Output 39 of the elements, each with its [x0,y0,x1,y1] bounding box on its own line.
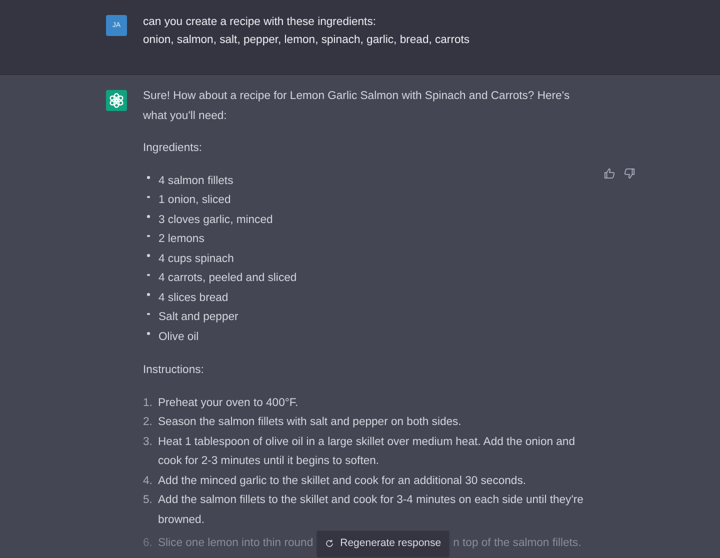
step-text: Preheat your oven to 400°F. [158,396,298,410]
ingredient-item: Salt and pepper [158,310,238,325]
step-number: 5. [143,493,154,508]
step-number: 1. [143,396,154,410]
ingredient-item: 4 salmon fillets [158,174,234,188]
step-text: Add the salmon fillets to the skillet and cook for 3-4 minutes on each side until they're browned. [158,493,584,528]
regenerate-button[interactable]: Regenerate response [316,530,450,558]
bullet-icon [147,215,150,218]
step-number: 4. [143,474,154,488]
thumbs-up-icon[interactable] [604,168,615,179]
bullet-icon [147,196,150,198]
bullet-icon [147,274,150,276]
ingredient-item: 1 onion, sliced [158,193,231,208]
step-text: Add the minced garlic to the skillet and cook for an additional 30 seconds. [158,474,526,488]
bullet-icon [147,176,150,178]
step-text: Heat 1 tablespoon of olive oil in a large skillet over medium heat. Add the onion and cook for 2-3 minutes until it begins to soften. [158,434,576,469]
ingredient-item: Olive oil [158,330,199,344]
step-text: Season the salmon fillets with salt and pepper on both sides. [158,415,462,430]
thumbs-down-icon[interactable] [624,168,635,179]
bullet-icon [147,312,150,315]
assistant-logo-icon [106,90,127,111]
assistant-intro: Sure! How about a recipe for Lemon Garlic Salmon with Spinach and Carrots? Here's what you'll need: [143,89,571,124]
step-text: Slice one lemon into thin round [158,536,314,551]
ingredient-item: 4 slices bread [158,290,228,306]
ingredient-item: 3 cloves garlic, minced [158,212,273,228]
ingredient-item: 4 carrots, peeled and sliced [158,271,297,286]
user-message: can you create a recipe with these ingredients: onion, salmon, salt, pepper, lemon, spinach, garlic, bread, carrots [143,15,470,48]
bullet-icon [147,293,150,296]
instructions-heading: Instructions: [143,363,205,378]
bullet-icon [147,234,150,237]
bullet-icon [147,254,150,256]
step-number: 3. [143,434,154,450]
refresh-icon [325,539,334,548]
ingredient-item: 2 lemons [158,232,204,247]
ingredient-item: 4 cups spinach [158,252,234,266]
step-number: 2. [143,415,154,430]
step-text: n top of the salmon fillets. [453,536,582,551]
ingredients-heading: Ingredients: [143,141,204,156]
bullet-icon [147,332,150,334]
